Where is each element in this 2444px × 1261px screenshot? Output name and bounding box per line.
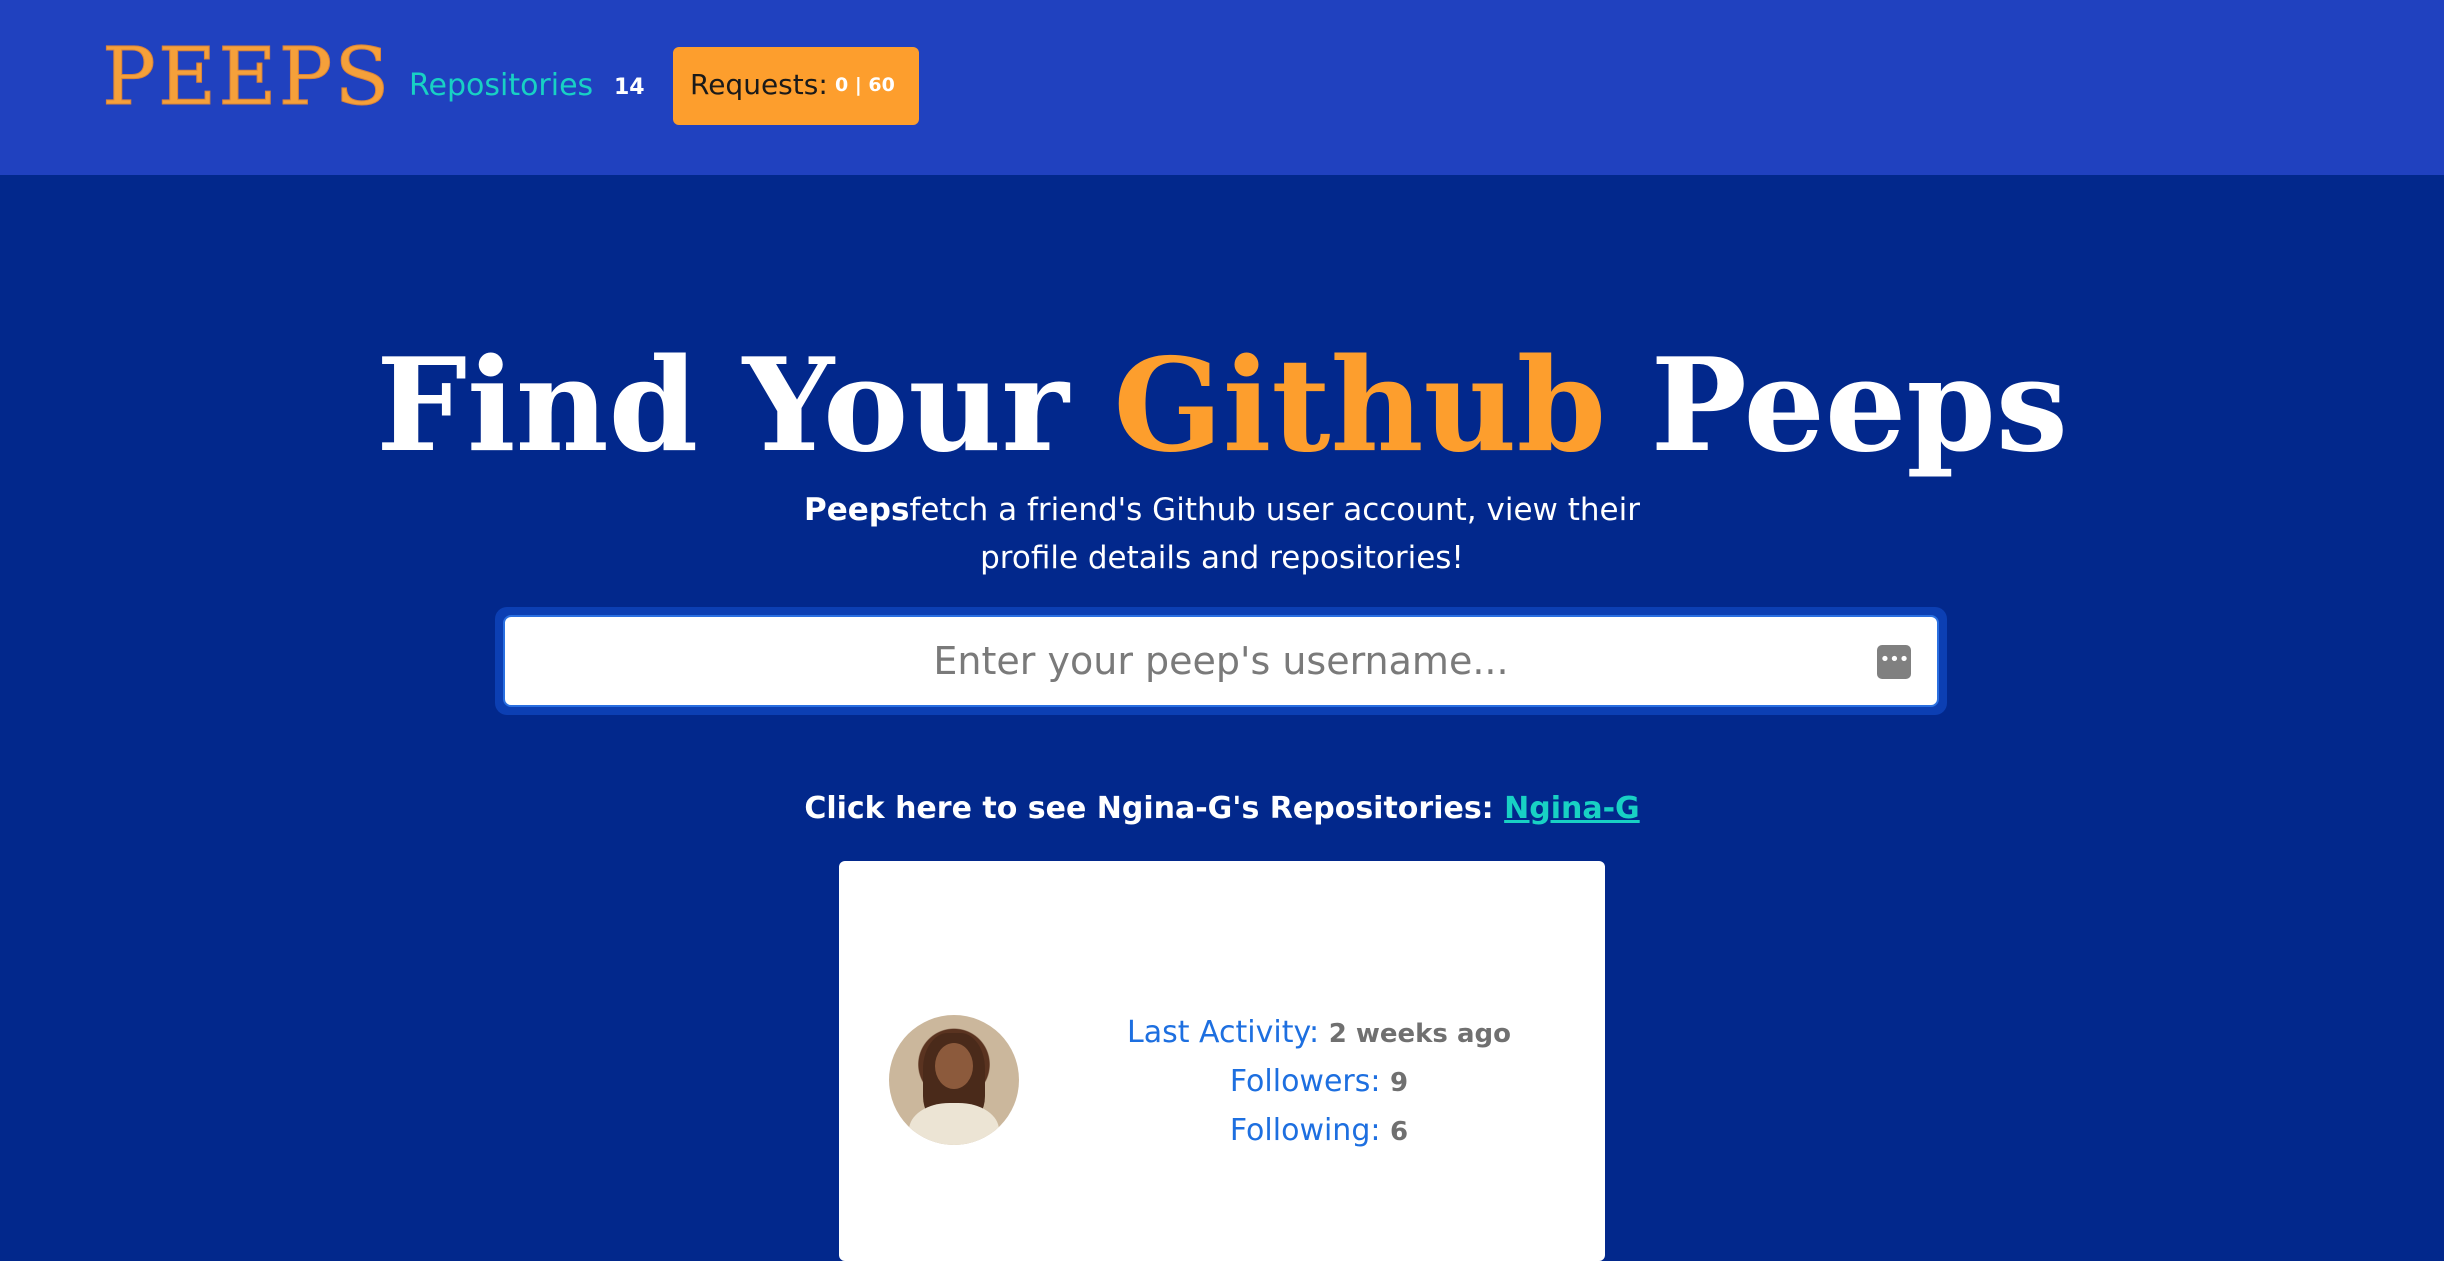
last-activity-value: 2 weeks ago (1328, 1019, 1511, 1049)
last-activity-label: Last Activity: (1127, 1015, 1320, 1050)
hero-title-accent: Github (1113, 330, 1607, 481)
repositories-count-badge: 14 (614, 75, 645, 100)
user-repositories-link[interactable]: Ngina-G (1504, 791, 1640, 826)
following-label: Following: (1229, 1113, 1381, 1148)
more-dots-icon[interactable]: ••• (1877, 645, 1911, 679)
nav-repositories-link[interactable]: Repositories (409, 66, 593, 106)
following-value: 6 (1390, 1117, 1409, 1147)
search-container (495, 607, 1947, 715)
stat-last-activity: Last Activity: 2 weeks ago (1069, 1009, 1569, 1058)
stat-followers: Followers: 9 (1069, 1058, 1569, 1107)
profile-stats: Last Activity: 2 weeks ago Followers: 9 … (1069, 1009, 1569, 1156)
navbar: PEEPS Repositories 14 Requests: 0 | 60 (0, 0, 2444, 175)
avatar (889, 1015, 1019, 1145)
repositories-link-prefix: Click here to see Ngina-G's Repositories… (804, 791, 1505, 826)
hero-title-part2: Peeps (1606, 330, 2068, 481)
requests-button[interactable]: Requests: 0 | 60 (673, 47, 919, 125)
subtitle-brand: Peeps (804, 492, 910, 528)
subtitle-text: fetch a friend's Github user account, vi… (909, 492, 1640, 576)
username-search-input[interactable] (503, 615, 1939, 707)
followers-value: 9 (1390, 1068, 1409, 1098)
followers-label: Followers: (1229, 1064, 1381, 1099)
hero-subtitle: Peepsfetch a friend's Github user accoun… (762, 486, 1682, 582)
stat-following: Following: 6 (1069, 1107, 1569, 1156)
requests-count-badge: 0 | 60 (835, 74, 895, 96)
repositories-link-line: Click here to see Ngina-G's Repositories… (0, 787, 2444, 831)
hero-title-part1: Find Your (376, 330, 1114, 481)
requests-label: Requests: (690, 68, 828, 101)
hero-title: Find Your Github Peeps (0, 326, 2444, 486)
brand-logo[interactable]: PEEPS (101, 31, 391, 122)
profile-card: Last Activity: 2 weeks ago Followers: 9 … (839, 861, 1605, 1261)
